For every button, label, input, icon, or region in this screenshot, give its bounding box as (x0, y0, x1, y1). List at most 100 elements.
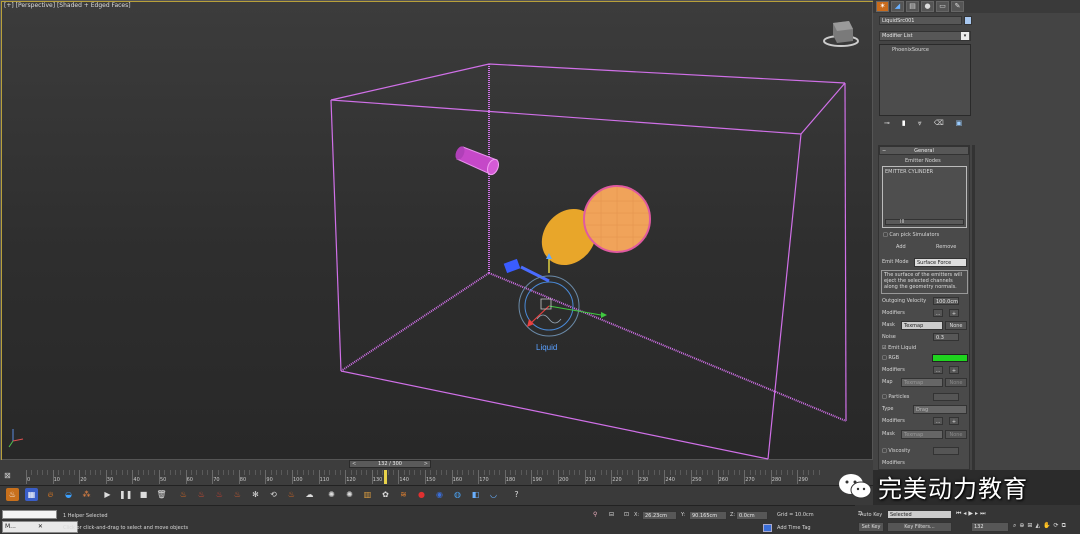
mask-dropdown[interactable]: Texmap (901, 321, 943, 330)
can-pick-simulators-checkbox[interactable]: □ Can pick Simulators (883, 232, 939, 239)
pan-icon[interactable]: ✋ (1043, 522, 1050, 532)
liquid-simulator-icon[interactable]: ◒ (62, 488, 75, 501)
orbit-icon[interactable]: ⟳ (1054, 522, 1059, 532)
zoom-all-icon[interactable]: ⊕ (1019, 522, 1024, 532)
add-button[interactable]: Add (896, 244, 906, 251)
current-frame-input[interactable]: 132 (971, 522, 1009, 532)
transform-mode-icon[interactable]: ⊡ (624, 511, 629, 518)
modifier-stack[interactable]: PhoenixSource (879, 44, 971, 116)
record-icon[interactable]: ● (415, 488, 428, 501)
mask-none-button[interactable]: None (945, 321, 967, 330)
fire-preset-icon[interactable]: ♨ (285, 488, 298, 501)
maximize-viewport-icon[interactable]: ⧉ (1062, 522, 1066, 532)
obstacle-icon[interactable]: ◧ (469, 488, 482, 501)
make-unique-icon[interactable]: ⩔ (918, 119, 922, 131)
lock-selection-icon[interactable]: ⊟ (609, 511, 614, 518)
rgb-modifiers-add-button[interactable]: + (949, 366, 959, 374)
x-coord-input[interactable]: 26.23cm (642, 511, 677, 520)
help-icon[interactable]: ? (510, 488, 523, 501)
utilities-tab-icon[interactable]: ✎ (951, 1, 964, 12)
emitter-nodes-list[interactable]: EMITTER CYLINDER III (882, 166, 967, 228)
pin-stack-icon[interactable]: ⊸ (884, 119, 890, 131)
modifiers-add-button[interactable]: + (949, 309, 959, 317)
auto-key-button[interactable]: Auto Key (860, 512, 882, 519)
foam-icon[interactable]: ▥ (361, 488, 374, 501)
ply-source-icon[interactable]: ♨ (213, 488, 226, 501)
particles-checkbox[interactable]: □ Particles (882, 394, 909, 401)
next-frame-icon[interactable]: ▸ (975, 510, 978, 519)
create-tab-icon[interactable]: ✶ (876, 1, 889, 12)
voxel-tools-icon[interactable]: ✻ (249, 488, 262, 501)
stop-icon[interactable]: ■ (137, 488, 150, 501)
emitter-list-item[interactable]: EMITTER CYLINDER (885, 169, 933, 176)
perspective-viewport[interactable]: [+] [Perspective] [Shaded + Edged Faces] (0, 0, 874, 461)
zoom-icon[interactable]: ⌕ (1013, 522, 1016, 532)
preview-icon[interactable]: ◉ (433, 488, 446, 501)
y-coord-input[interactable]: 90.165cm (689, 511, 727, 520)
display-tab-icon[interactable]: ▭ (936, 1, 949, 12)
particles-modifiers-options-button[interactable]: ... (933, 417, 943, 425)
time-slider-next[interactable]: > (424, 461, 428, 467)
zoom-extents-icon[interactable]: ⊞ (1027, 522, 1032, 532)
fire-simulator-icon[interactable]: 🔥︎ (44, 488, 57, 501)
particles-mask-none-button[interactable]: None (945, 430, 967, 439)
particle-source-icon[interactable]: ♨ (231, 488, 244, 501)
scene-canvas[interactable]: Liquid (1, 1, 874, 461)
gravity-icon[interactable]: ◍ (451, 488, 464, 501)
rgb-checkbox[interactable]: □ RGB (882, 355, 899, 362)
timeline-ruler[interactable]: 0 10 20 30 40 50 60 70 80 90 100 110 120 130 140 150 160… (26, 470, 826, 484)
command-panel-scrollbar[interactable] (972, 145, 975, 470)
general-rollout-header[interactable]: − General (879, 146, 969, 155)
map-dropdown[interactable]: Texmap (901, 378, 943, 387)
emitter-cylinder[interactable] (454, 145, 501, 176)
move-gizmo[interactable] (503, 253, 607, 337)
viscosity-checkbox[interactable]: □ Viscosity (882, 448, 910, 455)
emit-liquid-checkbox[interactable]: ☑ Emit Liquid (882, 345, 916, 352)
selection-set-dropdown[interactable]: Selected (887, 510, 952, 519)
particle-shader-icon[interactable]: ✺ (325, 488, 338, 501)
time-slider[interactable]: < 132 / 300 > (349, 460, 431, 468)
delete-cache-icon[interactable]: 🗑︎ (155, 488, 168, 501)
play-animation-icon[interactable]: ▶ (968, 510, 973, 519)
remove-button[interactable]: Remove (936, 244, 956, 251)
particles-mask-dropdown[interactable]: Texmap (901, 430, 943, 439)
modifiers-options-button[interactable]: ... (933, 309, 943, 317)
set-key-button[interactable]: Set Key (858, 522, 884, 532)
show-end-result-icon[interactable]: ▮ (902, 119, 906, 131)
go-to-start-icon[interactable]: ⏮ (956, 510, 961, 519)
open-mini-curve-editor-icon[interactable]: ⊠ (4, 471, 18, 483)
key-filters-button[interactable]: Key Filters... (887, 522, 952, 532)
phoenix-liquid-icon[interactable]: ♨ (6, 488, 19, 501)
motion-tab-icon[interactable]: ● (921, 1, 934, 12)
time-slider-prev[interactable]: < (352, 461, 356, 467)
field-of-view-icon[interactable]: ◭ (1035, 522, 1040, 532)
particles-input[interactable] (933, 393, 959, 401)
wind-icon[interactable]: ☁ (303, 488, 316, 501)
time-tag-icon[interactable] (763, 524, 772, 532)
cup-icon[interactable]: ◡ (487, 488, 500, 501)
splash-icon[interactable]: ✿ (379, 488, 392, 501)
emit-mode-dropdown[interactable]: Surface Force (914, 258, 967, 267)
particle-icon[interactable]: ⁂ (80, 488, 93, 501)
type-dropdown[interactable]: Drag (913, 405, 967, 414)
modifier-list-dropdown[interactable]: Modifier List ▾ (879, 31, 971, 41)
previous-frame-icon[interactable]: ◂ (963, 510, 966, 519)
outgoing-velocity-input[interactable]: 100.0cm (933, 297, 959, 305)
particle-tuner-icon[interactable]: ✺ (343, 488, 356, 501)
ocean-icon[interactable]: ≋ (397, 488, 410, 501)
object-name-input[interactable]: LiquidSrc001 (879, 16, 962, 25)
rgb-modifiers-options-button[interactable]: ... (933, 366, 943, 374)
viscosity-input[interactable] (933, 447, 959, 455)
play-icon[interactable]: ▶ (101, 488, 114, 501)
forces-icon[interactable]: ⟲ (267, 488, 280, 501)
add-time-tag-button[interactable]: Add Time Tag (777, 525, 811, 532)
configure-sets-icon[interactable]: ▣ (956, 119, 963, 131)
isolate-selection-icon[interactable]: ⚲ (593, 511, 597, 518)
pause-icon[interactable]: ❚❚ (119, 488, 132, 501)
modify-tab-icon[interactable]: ◢ (891, 1, 904, 12)
object-color-swatch[interactable] (964, 16, 972, 25)
map-none-button[interactable]: None (945, 378, 967, 387)
go-to-end-icon[interactable]: ⏭ (980, 510, 985, 519)
hierarchy-tab-icon[interactable]: ▤ (906, 1, 919, 12)
z-coord-input[interactable]: 0.0cm (736, 511, 768, 520)
